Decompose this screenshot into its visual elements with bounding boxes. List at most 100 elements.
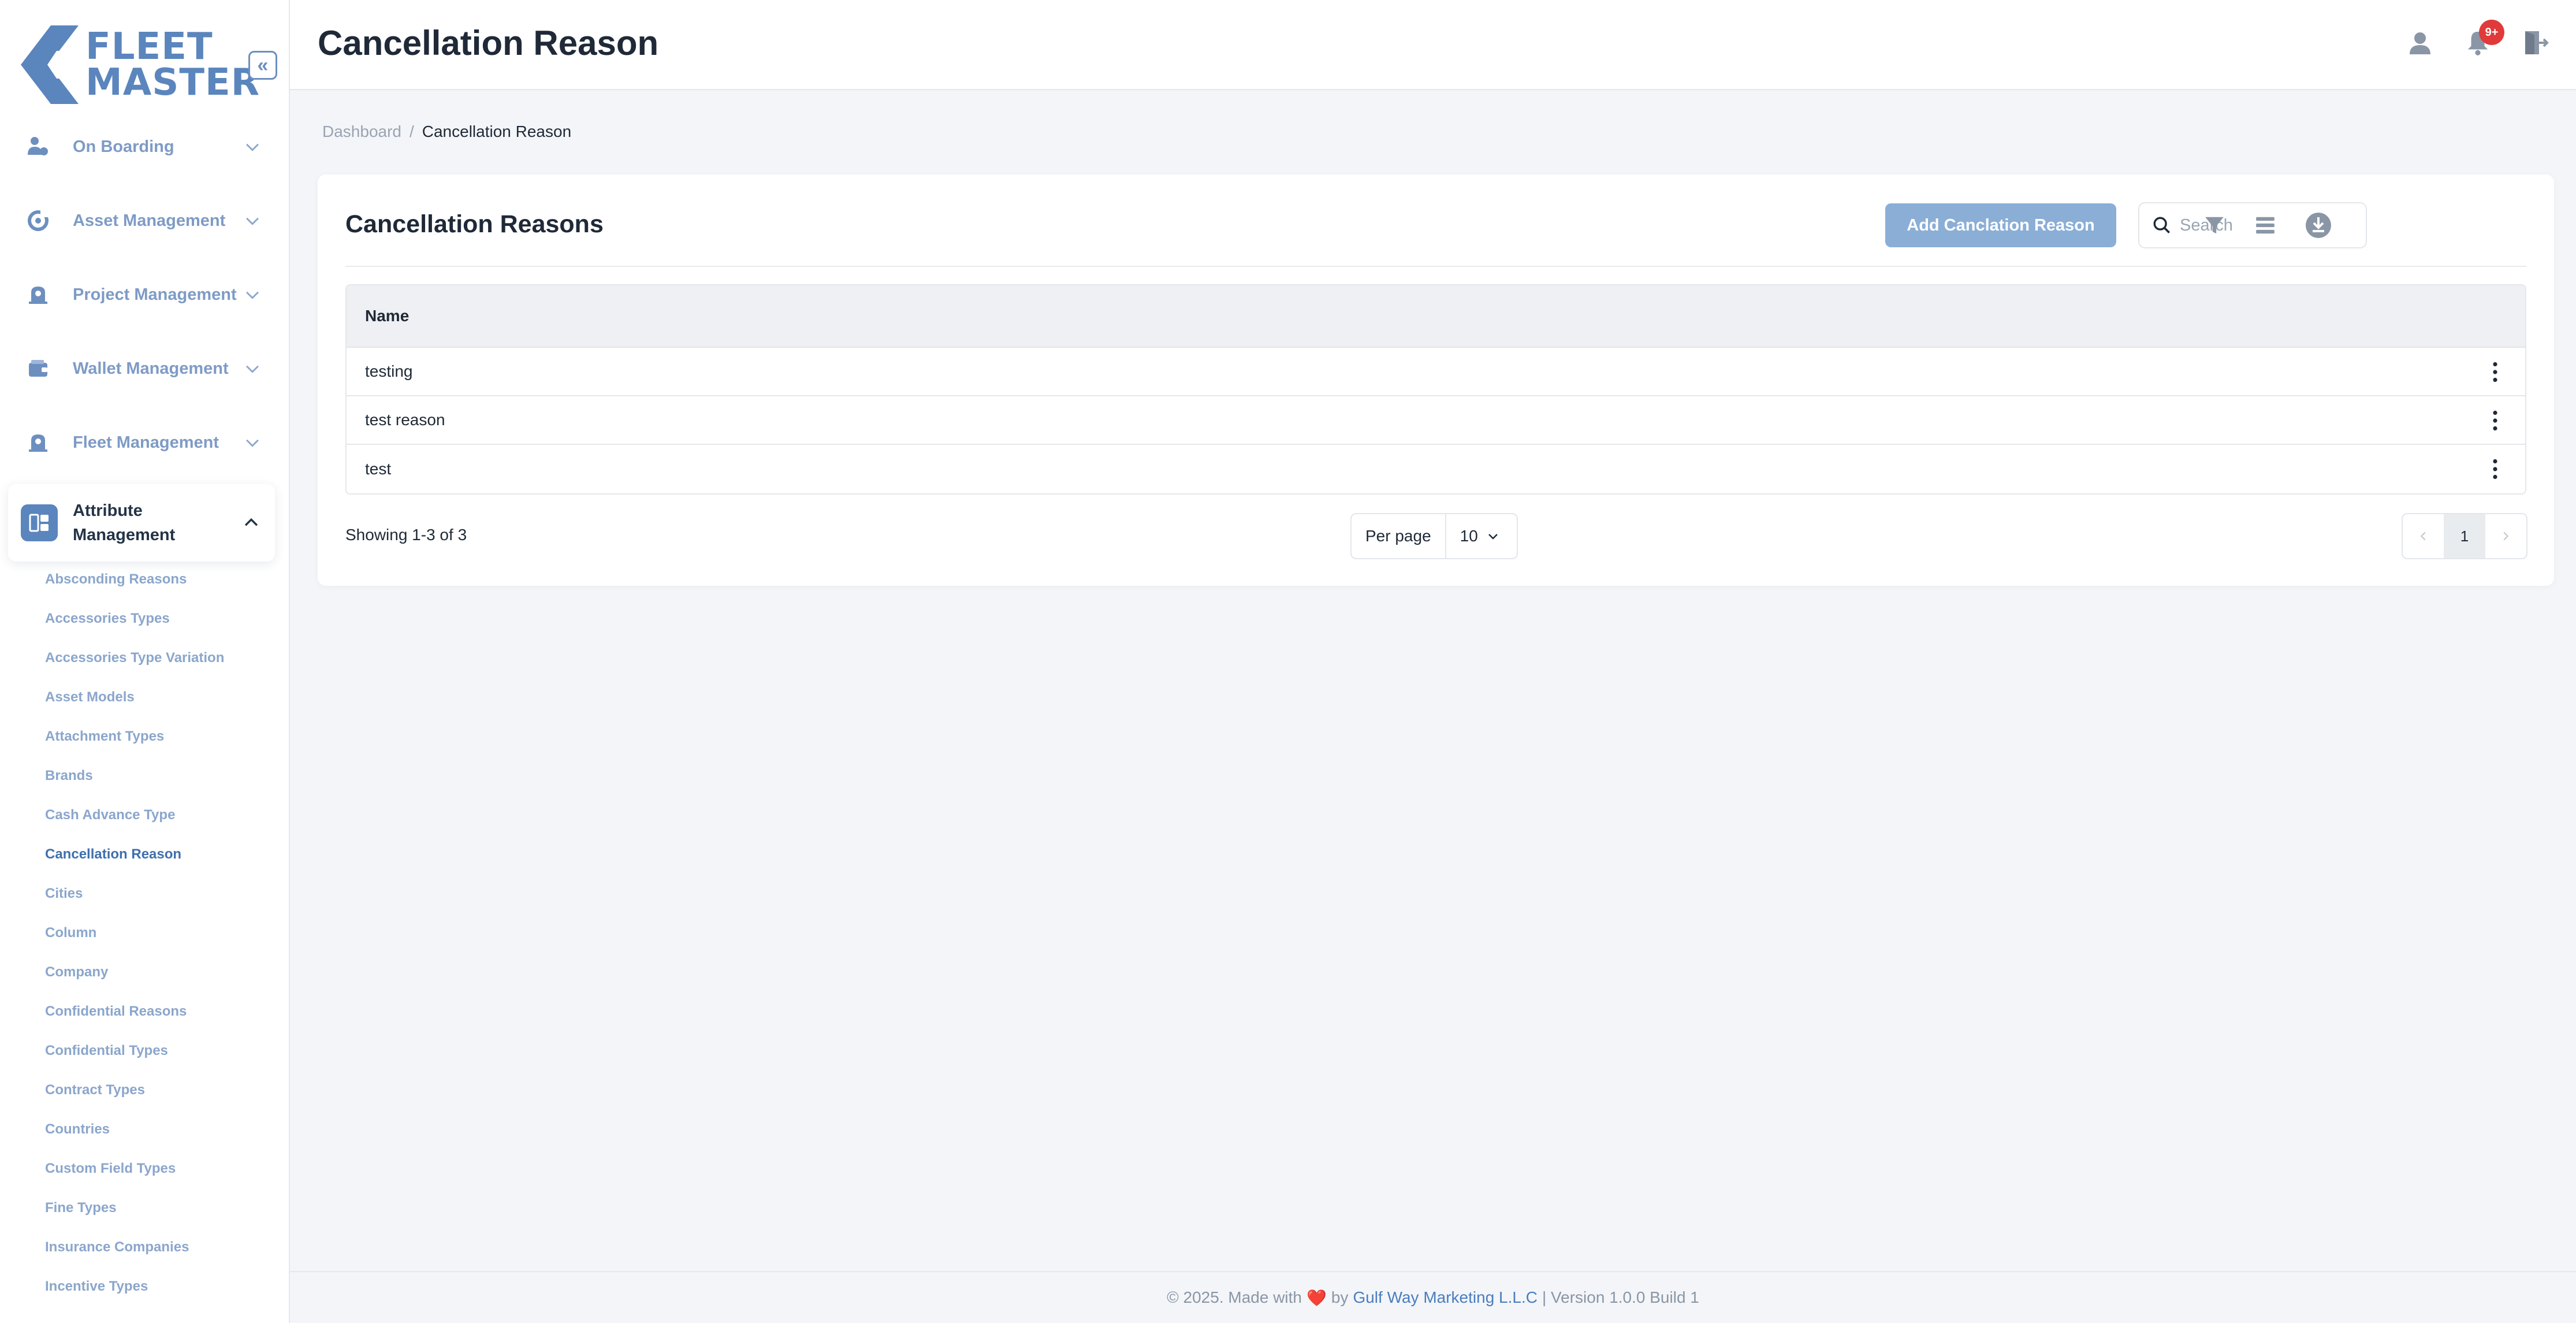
next-page-button[interactable] [2485,514,2526,558]
heart-icon: ❤️ [1306,1288,1327,1307]
kebab-menu-icon [2493,410,2497,431]
chevron-down-icon [1488,534,1498,540]
columns-button[interactable] [2249,209,2281,241]
filter-icon [2205,217,2224,234]
subnav-item-cities[interactable]: Cities [45,884,276,923]
page-title: Cancellation Reason [318,24,659,62]
cell-name: test reason [365,411,445,429]
subnav-item-fine-types[interactable]: Fine Types [45,1198,276,1237]
double-chevron-left-icon: « [257,54,269,76]
attribute-icon [21,504,58,541]
subnav-item-contract-types[interactable]: Contract Types [45,1080,276,1120]
showing-count: Showing 1-3 of 3 [345,526,467,544]
footer-company-link[interactable]: Gulf Way Marketing L.L.C [1353,1288,1538,1307]
notifications-button[interactable]: 9+ [2459,20,2504,61]
fleet-icon [22,426,54,459]
sidebar-item-on-boarding[interactable]: On Boarding [17,118,276,176]
download-button[interactable] [2302,209,2335,241]
subnav-item-company[interactable]: Company [45,962,276,1002]
kebab-menu-icon [2493,459,2497,480]
sidebar-item-label: Fleet Management [73,433,219,452]
subnav-item-confidential-types[interactable]: Confidential Types [45,1041,276,1080]
subnav-item-absconding-reasons[interactable]: Absconding Reasons [45,570,276,609]
row-actions-button[interactable] [2481,455,2509,483]
logo-line-2: MASTER [85,61,260,104]
card-divider [345,266,2526,267]
footer-version: | Version 1.0.0 Build 1 [1542,1288,1699,1306]
download-icon [2306,213,2331,238]
column-header-name[interactable]: Name [347,285,2525,348]
chevron-down-icon [246,143,259,151]
page-button-1[interactable]: 1 [2444,514,2485,558]
sidebar-item-attribute-management[interactable]: Attribute Management [8,484,275,562]
sidebar-item-project-management[interactable]: Project Management [17,266,276,324]
table-row[interactable]: testing [347,348,2525,396]
per-page-value: 10 [1460,527,1478,545]
chevron-up-icon [244,518,258,526]
logo-line-1: FLEET [85,25,213,68]
chevron-down-icon [246,365,259,373]
per-page-label: Per page [1352,513,1446,559]
logout-button[interactable] [2517,24,2554,61]
data-table: Name testing test reason test [345,284,2526,495]
cell-name: test [365,460,392,478]
collapse-sidebar-button[interactable]: « [248,51,277,80]
logo-mark-icon [21,25,79,104]
subnav-item-insurance-companies[interactable]: Insurance Companies [45,1237,276,1277]
search-icon [2153,217,2171,234]
asset-icon [22,205,54,237]
attribute-submenu: Absconding Reasons Accessories Types Acc… [45,570,276,1316]
subnav-item-attachment-types[interactable]: Attachment Types [45,727,276,766]
footer: © 2025. Made with ❤️ by Gulf Way Marketi… [290,1271,2576,1323]
chevron-right-icon [2503,532,2509,541]
sidebar-item-label: Wallet Management [73,359,229,378]
add-cancellation-reason-button[interactable]: Add Canclation Reason [1885,203,2116,247]
subnav-item-column[interactable]: Column [45,923,276,962]
sidebar-item-label: Asset Management [73,211,226,230]
sidebar-item-label-line-2: Management [73,526,176,544]
subnav-item-accessories-type-variation[interactable]: Accessories Type Variation [45,648,276,687]
kebab-menu-icon [2493,362,2497,382]
table-row[interactable]: test reason [347,396,2525,445]
user-profile-button[interactable] [2402,24,2439,61]
user-icon [2410,32,2430,54]
columns-icon [2256,217,2275,234]
subnav-item-brands[interactable]: Brands [45,766,276,805]
sidebar-item-fleet-management[interactable]: Fleet Management [17,414,276,471]
top-header: Cancellation Reason 9+ [290,0,2576,90]
logout-icon [2525,31,2549,54]
subnav-item-asset-models[interactable]: Asset Models [45,687,276,727]
footer-prefix: © 2025. Made with [1167,1288,1302,1306]
onboarding-icon [22,131,54,163]
subnav-item-cash-advance-type[interactable]: Cash Advance Type [45,805,276,845]
sidebar-item-label-line-1: Attribute [73,501,143,520]
per-page-dropdown[interactable]: 10 [1460,527,1500,545]
pagination: 1 [2402,513,2527,559]
row-actions-button[interactable] [2481,407,2509,434]
sidebar-item-label: Attribute Management [73,499,241,547]
footer-by: by [1331,1288,1349,1306]
subnav-item-incentive-types[interactable]: Incentive Types [45,1277,276,1316]
sidebar: FLEET MASTER « On Boarding Asset Managem… [0,0,290,1323]
subnav-item-countries[interactable]: Countries [45,1120,276,1159]
subnav-item-accessories-types[interactable]: Accessories Types [45,609,276,648]
chevron-down-icon [246,217,259,225]
subnav-item-confidential-reasons[interactable]: Confidential Reasons [45,1002,276,1041]
notification-badge: 9+ [2479,20,2504,45]
prev-page-button[interactable] [2403,514,2444,558]
per-page-select: Per page 10 [1350,513,1518,559]
breadcrumb-home-link[interactable]: Dashboard [322,122,401,140]
subnav-item-custom-field-types[interactable]: Custom Field Types [45,1159,276,1198]
chevron-down-icon [246,439,259,447]
subnav-item-cancellation-reason[interactable]: Cancellation Reason [45,845,276,884]
sidebar-item-wallet-management[interactable]: Wallet Management [17,340,276,397]
sidebar-item-label: On Boarding [73,137,174,156]
card-title: Cancellation Reasons [345,210,604,238]
filter-button[interactable] [2198,209,2231,241]
breadcrumb: Dashboard / Cancellation Reason [322,122,571,141]
fleet-master-logo[interactable]: FLEET MASTER [21,25,259,104]
cancellation-reasons-card: Cancellation Reasons Add Canclation Reas… [318,174,2554,586]
row-actions-button[interactable] [2481,358,2509,386]
table-row[interactable]: test [347,445,2525,493]
sidebar-item-asset-management[interactable]: Asset Management [17,192,276,250]
